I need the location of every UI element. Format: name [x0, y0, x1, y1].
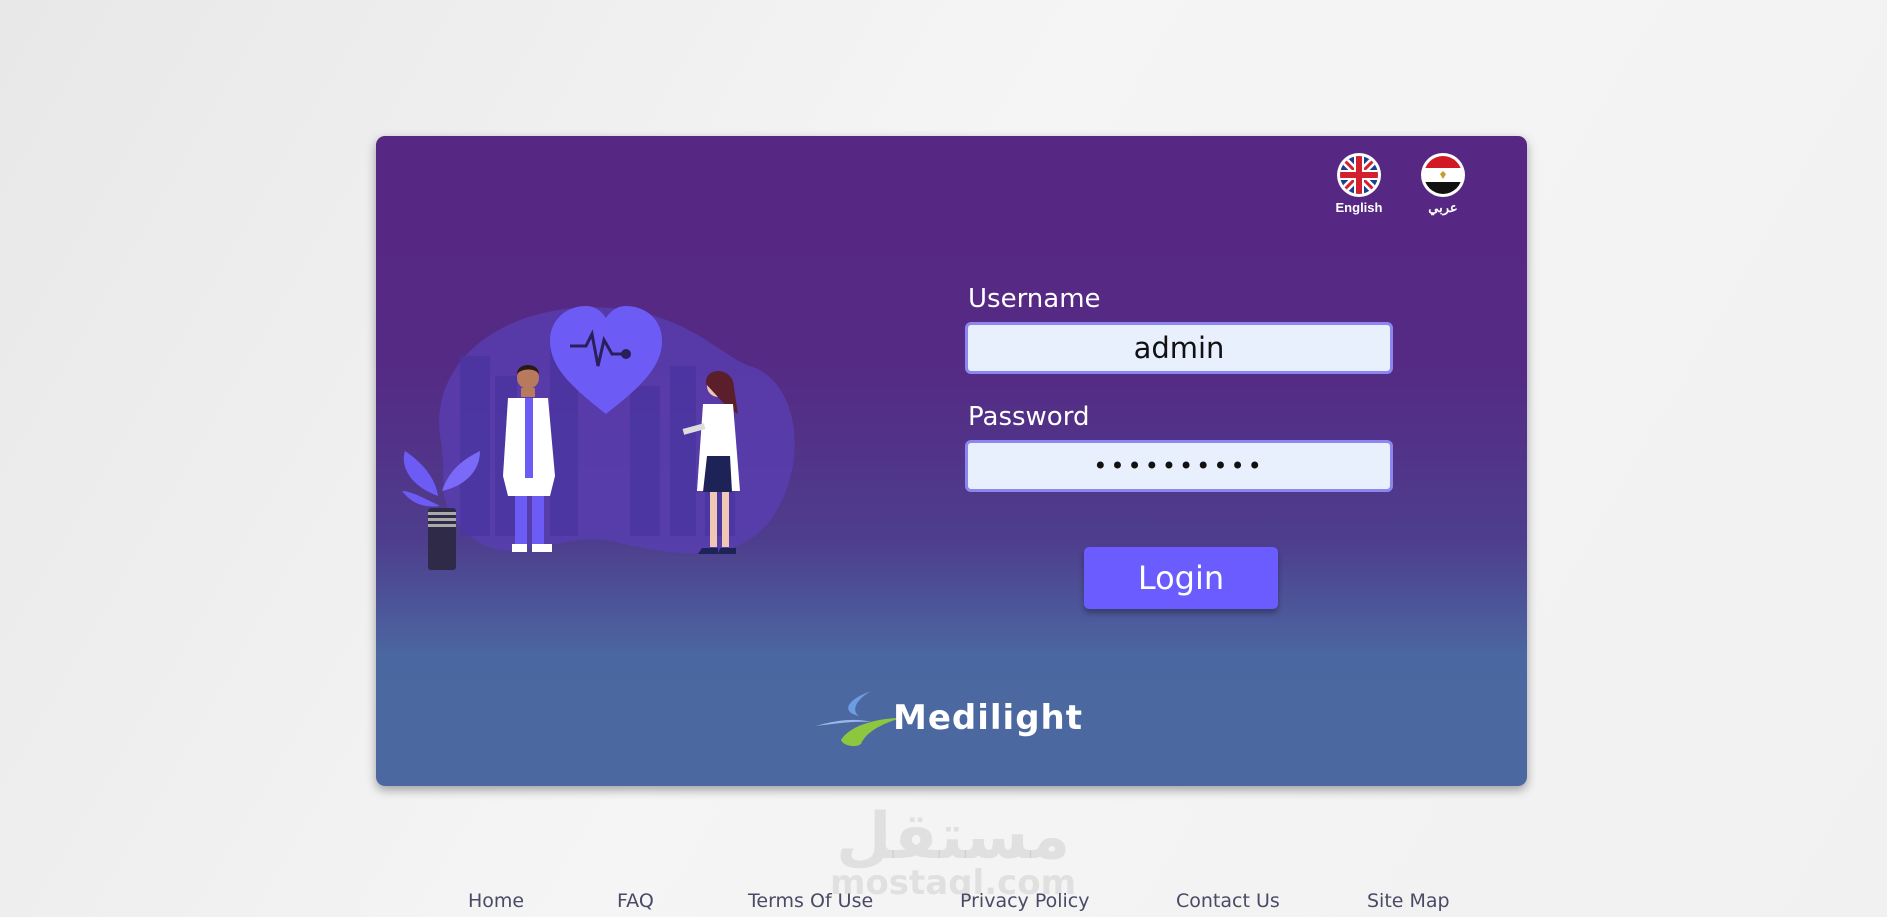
footer-link-home[interactable]: Home — [468, 890, 524, 912]
footer-link-privacy[interactable]: Privacy Policy — [960, 890, 1089, 912]
language-arabic-button[interactable]: عربي — [1413, 152, 1473, 216]
mostaql-watermark: مستقل mostaql.com — [830, 805, 1076, 903]
footer-nav: Home FAQ Terms Of Use Privacy Policy Con… — [0, 890, 1887, 912]
footer-link-faq[interactable]: FAQ — [617, 890, 654, 912]
medilight-swoosh-icon — [816, 691, 901, 747]
watermark-arabic: مستقل — [836, 800, 1071, 874]
password-label: Password — [968, 402, 1090, 432]
brand-name: Medilight — [893, 698, 1083, 738]
footer-link-contact[interactable]: Contact Us — [1176, 890, 1280, 912]
footer-link-sitemap[interactable]: Site Map — [1367, 890, 1450, 912]
language-arabic-label: عربي — [1428, 200, 1458, 215]
username-label: Username — [968, 284, 1101, 314]
doctors-illustration — [402, 306, 795, 570]
password-input[interactable] — [965, 440, 1393, 492]
language-english-label: English — [1335, 200, 1383, 215]
language-english-button[interactable]: English — [1329, 152, 1389, 215]
egypt-flag-icon — [1421, 153, 1465, 197]
login-card: English عربي Username admin Password •••… — [376, 136, 1527, 786]
username-input[interactable] — [965, 322, 1393, 374]
medilight-logo: Medilight — [811, 688, 1082, 757]
uk-flag-icon — [1337, 153, 1381, 197]
login-button[interactable]: Login — [1084, 547, 1278, 609]
footer-link-terms[interactable]: Terms Of Use — [748, 890, 873, 912]
